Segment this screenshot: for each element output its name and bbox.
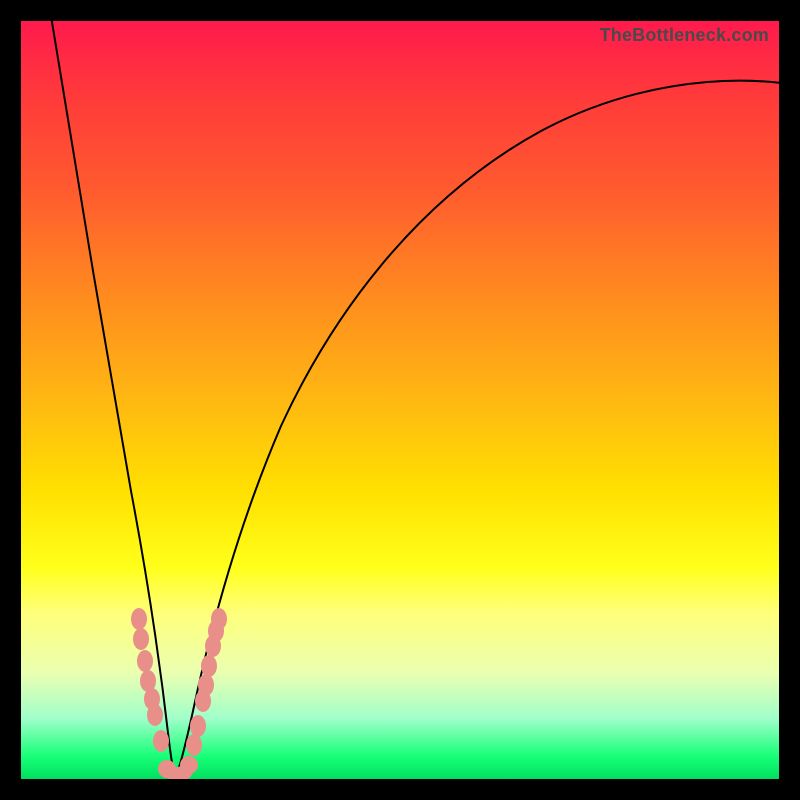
marker-group [131,608,227,779]
marker-dot [211,608,227,630]
marker-dot [133,628,149,650]
marker-dot [147,704,163,726]
plot-area: TheBottleneck.com [21,21,779,779]
marker-dot [186,734,202,756]
marker-dot [180,756,198,774]
chart-frame: TheBottleneck.com [0,0,800,800]
curve-left-branch [51,21,175,778]
marker-dot [190,715,206,737]
marker-dot [201,655,217,677]
marker-dot [137,650,153,672]
marker-dot [153,730,169,752]
curve-right-branch [175,81,779,778]
chart-svg [21,21,779,779]
marker-dot [131,608,147,630]
marker-dot [198,674,214,696]
